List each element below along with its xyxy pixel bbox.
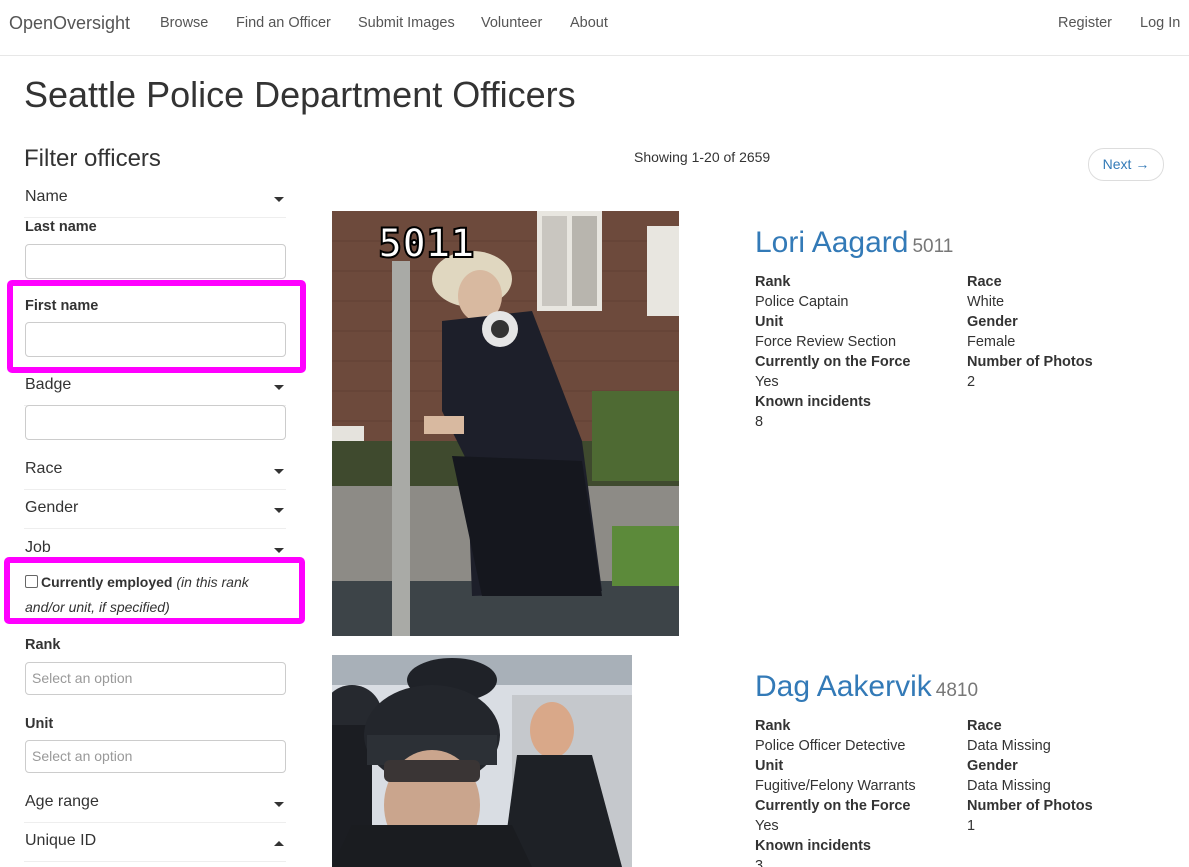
- first-name-label: First name: [25, 298, 99, 314]
- unit-select[interactable]: Select an option: [25, 740, 286, 773]
- photos-field-value: 2: [967, 374, 976, 390]
- officer-badge: 5011: [912, 236, 954, 257]
- chevron-down-icon: [274, 385, 284, 390]
- badge-filter-header[interactable]: Badge: [24, 376, 286, 406]
- gender-field-value: Data Missing: [967, 778, 1051, 794]
- officer-name[interactable]: Lori Aagard: [755, 226, 908, 259]
- age-range-filter-label: Age range: [25, 793, 99, 810]
- page-title: Seattle Police Department Officers: [24, 74, 576, 115]
- navbar: OpenOversight Browse Find an Officer Sub…: [0, 0, 1189, 56]
- name-filter-label: Name: [25, 188, 68, 205]
- photos-field-label: Number of Photos: [967, 354, 1093, 370]
- unit-field-label: Unit: [755, 314, 784, 330]
- officer-name-link[interactable]: Lori Aagard 5011: [755, 226, 953, 260]
- unit-label: Unit: [25, 716, 54, 732]
- photos-field-value: 1: [967, 818, 976, 834]
- nav-find-officer[interactable]: Find an Officer: [236, 15, 331, 31]
- on-force-field-value: Yes: [755, 818, 779, 834]
- photo-overlay-number: 5011: [378, 221, 474, 267]
- nav-submit-images[interactable]: Submit Images: [358, 15, 455, 31]
- nav-register[interactable]: Register: [1058, 15, 1112, 31]
- nav-login[interactable]: Log In: [1140, 15, 1180, 31]
- rank-field-label: Rank: [755, 718, 791, 734]
- gender-field-value: Female: [967, 334, 1016, 350]
- on-force-field-label: Currently on the Force: [755, 354, 911, 370]
- brand-link[interactable]: OpenOversight: [9, 13, 130, 34]
- nav-volunteer[interactable]: Volunteer: [481, 15, 542, 31]
- gender-field-label: Gender: [967, 758, 1018, 774]
- rank-label: Rank: [25, 637, 61, 653]
- currently-employed-row: Currently employed (in this rank and/or …: [25, 570, 290, 620]
- unique-id-filter-header[interactable]: Unique ID: [24, 832, 286, 862]
- next-page-button[interactable]: Next →: [1088, 148, 1164, 181]
- name-filter-header[interactable]: Name: [24, 188, 286, 218]
- first-name-input[interactable]: [25, 322, 286, 357]
- photos-field-label: Number of Photos: [967, 798, 1093, 814]
- currently-employed-checkbox[interactable]: [25, 575, 38, 588]
- officer-photo[interactable]: 5011: [332, 211, 679, 636]
- job-filter-label: Job: [25, 539, 51, 556]
- nav-browse[interactable]: Browse: [160, 15, 208, 31]
- rank-select[interactable]: Select an option: [25, 662, 286, 695]
- officer-photo-image: 5011: [332, 211, 679, 636]
- incidents-field-value: 3: [755, 858, 764, 867]
- gender-filter-label: Gender: [25, 499, 79, 516]
- race-field-value: White: [967, 294, 1005, 310]
- unit-field-value: Fugitive/Felony Warrants: [755, 778, 916, 794]
- incidents-field-label: Known incidents: [755, 838, 871, 854]
- badge-input[interactable]: [25, 405, 286, 440]
- nav-about[interactable]: About: [570, 15, 608, 31]
- race-filter-label: Race: [25, 460, 63, 477]
- race-field-label: Race: [967, 274, 1002, 290]
- incidents-field-value: 8: [755, 414, 764, 430]
- filter-title: Filter officers: [24, 145, 161, 172]
- unit-field-value: Force Review Section: [755, 334, 897, 350]
- rank-field-value: Police Captain: [755, 294, 849, 310]
- officer-name-link[interactable]: Dag Aakervik 4810: [755, 670, 978, 704]
- officer-photo[interactable]: [332, 655, 632, 867]
- incidents-field-label: Known incidents: [755, 394, 871, 410]
- gender-field-label: Gender: [967, 314, 1018, 330]
- chevron-up-icon: [274, 841, 284, 846]
- last-name-input[interactable]: [25, 244, 286, 279]
- chevron-down-icon: [274, 548, 284, 553]
- chevron-down-icon: [274, 802, 284, 807]
- showing-count: Showing 1-20 of 2659: [634, 149, 771, 165]
- rank-field-value: Police Officer Detective: [755, 738, 906, 754]
- officer-badge: 4810: [935, 680, 979, 701]
- race-field-value: Data Missing: [967, 738, 1051, 754]
- currently-employed-label: Currently employed: [41, 574, 173, 590]
- age-range-filter-header[interactable]: Age range: [24, 793, 286, 823]
- on-force-field-value: Yes: [755, 374, 779, 390]
- race-filter-header[interactable]: Race: [24, 460, 286, 490]
- chevron-down-icon: [274, 508, 284, 513]
- race-field-label: Race: [967, 718, 1002, 734]
- rank-field-label: Rank: [755, 274, 791, 290]
- unit-field-label: Unit: [755, 758, 784, 774]
- last-name-label: Last name: [25, 219, 97, 235]
- gender-filter-header[interactable]: Gender: [24, 499, 286, 529]
- officer-name[interactable]: Dag Aakervik: [755, 670, 932, 703]
- badge-filter-label: Badge: [25, 376, 72, 393]
- chevron-down-icon: [274, 469, 284, 474]
- chevron-down-icon: [274, 197, 284, 202]
- unique-id-filter-label: Unique ID: [25, 832, 97, 849]
- officer-photo-image: [332, 655, 632, 867]
- on-force-field-label: Currently on the Force: [755, 798, 911, 814]
